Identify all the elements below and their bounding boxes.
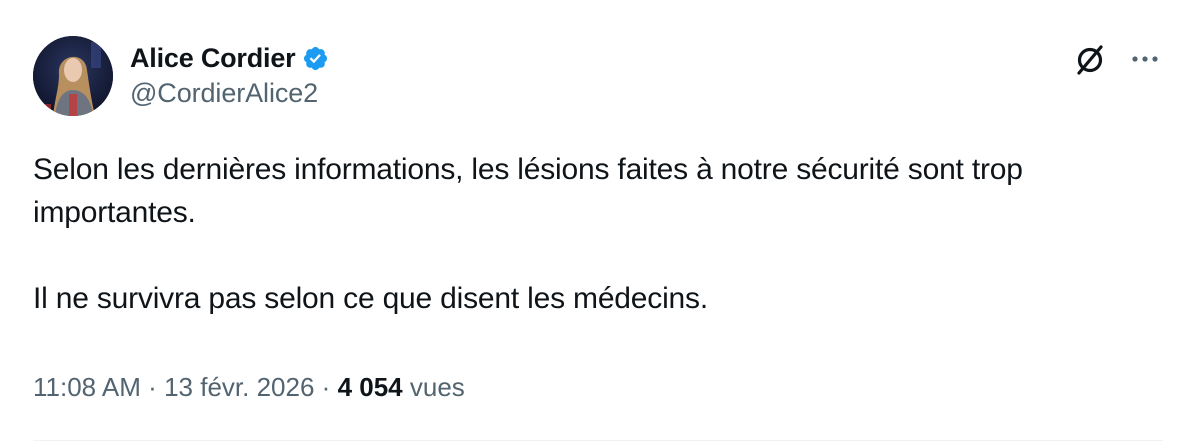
author-display-name[interactable]: Alice Cordier [130,43,296,74]
more-options-icon[interactable] [1127,45,1163,73]
tweet-card: Alice Cordier @CordierAlice2 Selon les d… [0,0,1196,446]
author-handle[interactable]: @CordierAlice2 [130,78,318,109]
avatar[interactable] [33,36,113,116]
views-label: vues [409,372,465,402]
tweet-time[interactable]: 11:08 AM [33,372,141,403]
tweet-text: Selon les dernières informations, les lé… [33,148,1163,320]
meta-separator: · [148,372,157,402]
tweet-paragraph: Il ne survivra pas selon ce que disent l… [33,282,708,315]
avatar-image [33,36,113,116]
tweet-date[interactable]: 13 févr. 2026 [164,372,314,403]
views-count[interactable]: 4 054 [338,372,403,403]
meta-separator: · [321,372,331,402]
tweet-metadata: 11:08 AM · 13 févr. 2026 · 4 054 vues [33,372,465,403]
grok-icon[interactable] [1070,40,1110,80]
divider [33,440,1163,441]
verified-badge-icon[interactable] [302,45,329,72]
author-name-row: Alice Cordier [130,38,329,78]
tweet-paragraph: Selon les dernières informations, les lé… [33,153,1023,229]
